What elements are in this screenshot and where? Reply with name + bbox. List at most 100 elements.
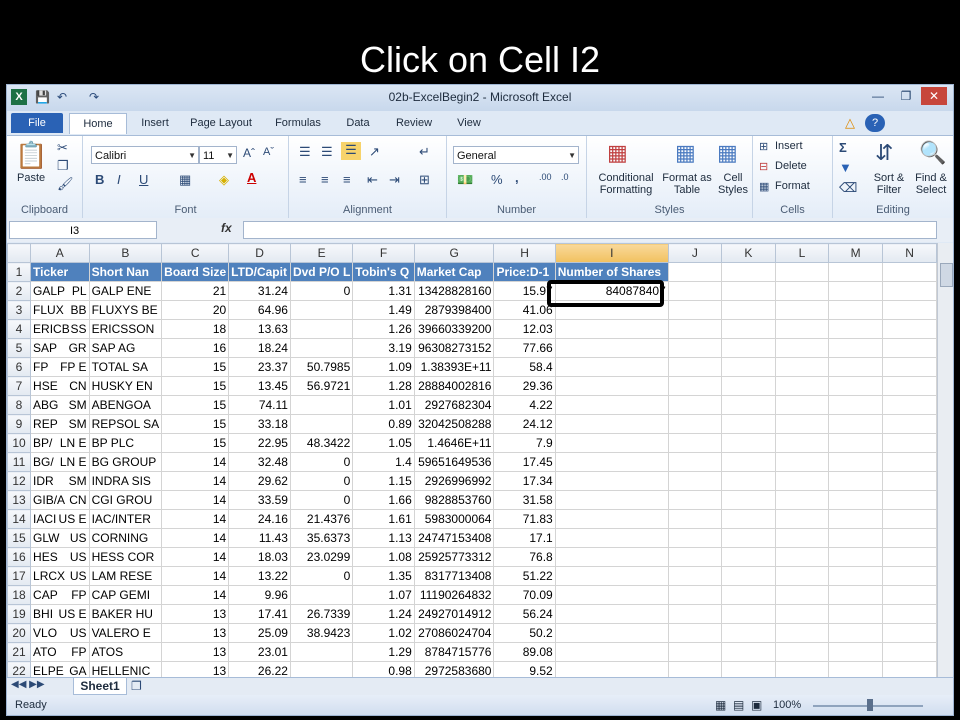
sort-filter-button[interactable]: Sort & Filter: [869, 172, 909, 196]
cell[interactable]: HUSKY EN: [88, 376, 163, 396]
cell[interactable]: [667, 357, 723, 377]
cell[interactable]: 24747153408: [413, 528, 495, 548]
cell[interactable]: 31.58: [493, 490, 556, 510]
cell[interactable]: 13.45: [228, 376, 291, 396]
cell[interactable]: [882, 566, 937, 586]
help-icon[interactable]: ?: [865, 114, 885, 132]
cell[interactable]: [774, 661, 830, 677]
cell[interactable]: 13: [161, 623, 230, 643]
cell[interactable]: REPSOL SA: [88, 414, 163, 434]
cell[interactable]: [882, 338, 937, 358]
cell[interactable]: 23.01: [228, 642, 291, 662]
cell[interactable]: 1.26: [352, 319, 415, 339]
cell[interactable]: HSE CN: [30, 376, 90, 396]
cell[interactable]: [554, 604, 669, 624]
cell[interactable]: 14: [161, 509, 230, 529]
cell[interactable]: 1.66: [352, 490, 415, 510]
cell[interactable]: INDRA SIS: [88, 471, 163, 491]
cell[interactable]: 1.02: [352, 623, 415, 643]
cell[interactable]: TOTAL SA: [88, 357, 163, 377]
cell[interactable]: [667, 395, 723, 415]
tab-review[interactable]: Review: [387, 113, 441, 133]
cell[interactable]: GALP PL: [30, 281, 90, 301]
cell[interactable]: 1.49: [352, 300, 415, 320]
cell[interactable]: 18: [161, 319, 230, 339]
cell[interactable]: 2927682304: [413, 395, 495, 415]
cell[interactable]: 1.13: [352, 528, 415, 548]
cell[interactable]: [774, 319, 830, 339]
cell[interactable]: [721, 300, 776, 320]
cell[interactable]: 89.08: [493, 642, 556, 662]
cell[interactable]: [828, 490, 884, 510]
cell[interactable]: 14: [161, 452, 230, 472]
number-format-select[interactable]: General ▼: [453, 146, 579, 164]
row-header[interactable]: 21: [7, 642, 32, 662]
cell[interactable]: [554, 338, 669, 358]
cell[interactable]: [721, 414, 776, 434]
cell[interactable]: [774, 433, 830, 453]
cell[interactable]: 39660339200: [413, 319, 495, 339]
cell[interactable]: [667, 528, 723, 548]
italic-icon[interactable]: I: [117, 172, 121, 187]
cell[interactable]: [828, 547, 884, 567]
cell[interactable]: [828, 395, 884, 415]
cell[interactable]: [667, 281, 723, 301]
cell[interactable]: 70.09: [493, 585, 556, 605]
shrink-font-icon[interactable]: Aˇ: [263, 146, 274, 158]
header-cell[interactable]: Ticker: [30, 262, 90, 282]
cell[interactable]: [721, 471, 776, 491]
orientation-icon[interactable]: ↗: [369, 144, 380, 160]
cell[interactable]: 0: [289, 490, 354, 510]
cell[interactable]: 0: [289, 281, 354, 301]
cell[interactable]: [554, 376, 669, 396]
cell[interactable]: [667, 547, 723, 567]
cell[interactable]: FLUXYS BE: [88, 300, 163, 320]
cell[interactable]: 50.2: [493, 623, 556, 643]
header-cell[interactable]: Tobin's Q: [352, 262, 415, 282]
currency-icon[interactable]: 💵: [457, 172, 473, 188]
cell[interactable]: [774, 281, 830, 301]
cell[interactable]: [721, 433, 776, 453]
cell[interactable]: [774, 414, 830, 434]
cell[interactable]: 33.18: [228, 414, 291, 434]
align-middle-icon[interactable]: ☰: [321, 144, 333, 160]
cell[interactable]: [882, 471, 937, 491]
cell[interactable]: 2926996992: [413, 471, 495, 491]
cell[interactable]: [289, 661, 354, 677]
row-header[interactable]: 12: [7, 471, 32, 491]
cell[interactable]: VALERO E: [88, 623, 163, 643]
cell[interactable]: [721, 661, 776, 677]
cell[interactable]: SAP GR: [30, 338, 90, 358]
cell[interactable]: HES US: [30, 547, 90, 567]
row-header[interactable]: 18: [7, 585, 32, 605]
select-all-corner[interactable]: [7, 243, 32, 263]
format-painter-icon[interactable]: 🖌: [57, 176, 74, 192]
cell[interactable]: 96308273152: [413, 338, 495, 358]
tab-home[interactable]: Home: [69, 113, 127, 134]
cell[interactable]: 7.9: [493, 433, 556, 453]
decrease-decimal-icon[interactable]: .0: [561, 172, 569, 182]
column-header[interactable]: G: [413, 243, 495, 263]
cell[interactable]: [774, 300, 830, 320]
row-header[interactable]: 10: [7, 433, 32, 453]
page-break-view-icon[interactable]: ▣: [751, 698, 762, 712]
insert-function-icon[interactable]: fx: [221, 221, 232, 235]
cell[interactable]: 1.24: [352, 604, 415, 624]
wrap-text-icon[interactable]: ↵: [419, 144, 430, 160]
merge-center-icon[interactable]: ⊞: [419, 172, 430, 188]
cell[interactable]: [554, 414, 669, 434]
insert-cells-button[interactable]: Insert: [775, 140, 803, 152]
cell[interactable]: [667, 566, 723, 586]
font-size-select[interactable]: 11 ▼: [199, 146, 237, 164]
normal-view-icon[interactable]: ▦: [715, 698, 726, 712]
cell[interactable]: [721, 338, 776, 358]
row-header[interactable]: 6: [7, 357, 32, 377]
cell[interactable]: [667, 604, 723, 624]
cell[interactable]: 32.48: [228, 452, 291, 472]
copy-icon[interactable]: ❐: [57, 158, 69, 174]
cell[interactable]: 14: [161, 566, 230, 586]
cell[interactable]: 58.4: [493, 357, 556, 377]
cell[interactable]: [882, 414, 937, 434]
cell[interactable]: 13.63: [228, 319, 291, 339]
cell[interactable]: ATO FP: [30, 642, 90, 662]
